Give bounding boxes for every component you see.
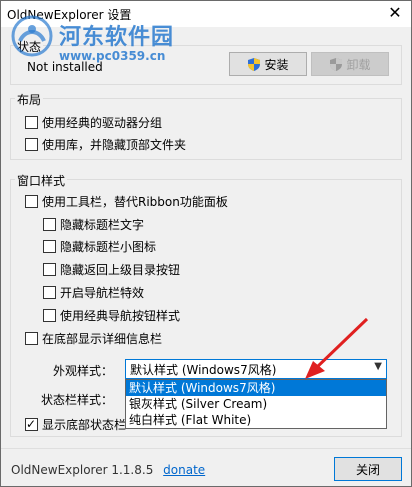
install-button-label: 安装 bbox=[264, 57, 289, 72]
window-style-group-label: 窗口样式 bbox=[15, 172, 68, 189]
dropdown-option[interactable]: 银灰样式 (Silver Cream) bbox=[126, 396, 386, 412]
option-label: 显示底部状态栏 bbox=[42, 417, 127, 432]
install-button[interactable]: 安装 bbox=[229, 52, 307, 76]
option-label: 使用库，并隐藏顶部文件夹 bbox=[42, 137, 187, 152]
option-label: 隐藏返回上级目录按钮 bbox=[60, 262, 181, 277]
checkbox[interactable] bbox=[25, 115, 38, 129]
donate-link[interactable]: donate bbox=[163, 463, 205, 477]
dropdown-option[interactable]: 默认样式 (Windows7风格) bbox=[126, 380, 386, 396]
checkbox[interactable] bbox=[25, 331, 38, 345]
install-status-text: Not installed bbox=[27, 60, 103, 74]
appearance-style-value: 默认样式 (Windows7风格) bbox=[130, 362, 277, 377]
version-text: OldNewExplorer 1.1.8.5 bbox=[11, 463, 154, 477]
checkbox[interactable] bbox=[43, 262, 56, 276]
red-arrow-annotation bbox=[305, 317, 369, 379]
settings-window: OldNewExplorer 设置 ✕ 状态 Not installed 安装 … bbox=[0, 0, 412, 487]
option-label: 使用经典的驱动器分组 bbox=[42, 115, 163, 130]
close-button-label: 关闭 bbox=[355, 462, 380, 477]
option-hide-title-text[interactable]: 隐藏标题栏文字 bbox=[43, 215, 144, 233]
checkbox[interactable] bbox=[43, 239, 56, 253]
shield-icon bbox=[330, 57, 343, 71]
footer: OldNewExplorer 1.1.8.5 donate 关闭 bbox=[1, 448, 411, 486]
title-bar: OldNewExplorer 设置 ✕ bbox=[1, 1, 411, 27]
chevron-down-icon: ▼ bbox=[374, 361, 382, 372]
checkbox[interactable] bbox=[43, 308, 56, 322]
footer-text: OldNewExplorer 1.1.8.5 donate bbox=[11, 463, 205, 477]
option-hide-title-icon[interactable]: 隐藏标题栏小图标 bbox=[43, 237, 156, 255]
checkbox[interactable] bbox=[43, 217, 56, 231]
option-use-libraries[interactable]: 使用库，并隐藏顶部文件夹 bbox=[25, 135, 186, 153]
option-label: 使用经典导航按钮样式 bbox=[60, 308, 181, 323]
window-title: OldNewExplorer 设置 bbox=[7, 8, 132, 22]
option-classic-nav-buttons[interactable]: 使用经典导航按钮样式 bbox=[43, 306, 180, 324]
uninstall-button-label: 卸载 bbox=[346, 57, 371, 72]
layout-group-label: 布局 bbox=[15, 91, 44, 108]
option-label: 使用工具栏，替代Ribbon功能面板 bbox=[42, 194, 228, 209]
option-details-pane[interactable]: 在底部显示详细信息栏 bbox=[25, 329, 162, 347]
option-label: 开启导航栏特效 bbox=[60, 285, 145, 300]
checkbox[interactable] bbox=[25, 416, 38, 432]
option-classic-drive-grouping[interactable]: 使用经典的驱动器分组 bbox=[25, 113, 162, 131]
option-show-statusbar[interactable]: 显示底部状态栏 bbox=[25, 415, 126, 433]
shield-icon bbox=[248, 57, 261, 71]
option-hide-up-button[interactable]: 隐藏返回上级目录按钮 bbox=[43, 260, 180, 278]
appearance-style-dropdown: 默认样式 (Windows7风格) 银灰样式 (Silver Cream) 纯白… bbox=[125, 379, 387, 429]
option-label: 在底部显示详细信息栏 bbox=[42, 331, 163, 346]
appearance-style-label: 外观样式： bbox=[53, 364, 114, 378]
close-icon[interactable]: ✕ bbox=[385, 3, 405, 23]
option-nav-effects[interactable]: 开启导航栏特效 bbox=[43, 283, 144, 301]
checkbox[interactable] bbox=[43, 285, 56, 299]
checkbox[interactable] bbox=[25, 194, 38, 208]
option-use-toolbar[interactable]: 使用工具栏，替代Ribbon功能面板 bbox=[25, 192, 228, 210]
close-button[interactable]: 关闭 bbox=[334, 457, 402, 481]
checkbox[interactable] bbox=[25, 137, 38, 151]
statusbar-style-label: 状态栏样式： bbox=[41, 393, 114, 407]
option-label: 隐藏标题栏文字 bbox=[60, 217, 145, 232]
option-label: 隐藏标题栏小图标 bbox=[60, 239, 157, 254]
status-group-label: 状态 bbox=[15, 38, 44, 55]
dropdown-option[interactable]: 纯白样式 (Flat White) bbox=[126, 412, 386, 428]
uninstall-button[interactable]: 卸载 bbox=[311, 52, 389, 76]
